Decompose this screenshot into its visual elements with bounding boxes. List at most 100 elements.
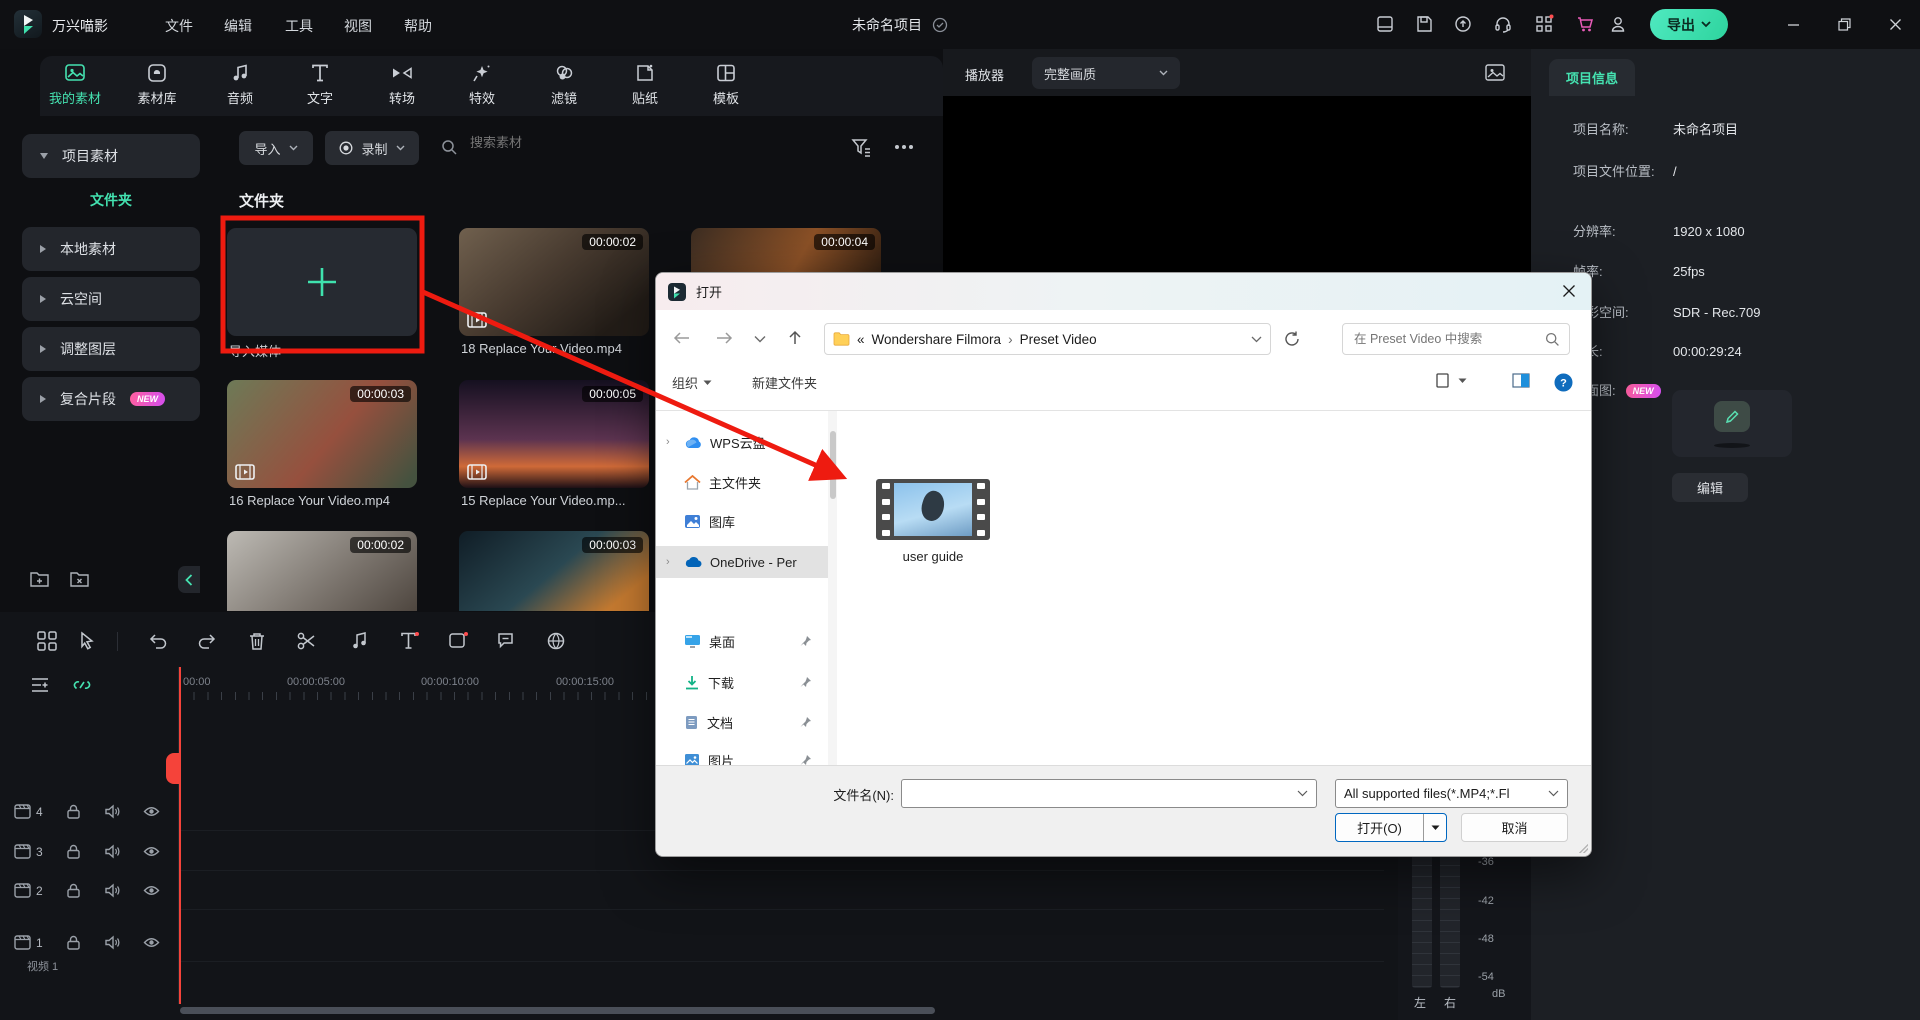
- new-folder-icon[interactable]: [29, 569, 50, 588]
- open-split-dropdown[interactable]: [1423, 814, 1446, 841]
- sidebar-item-cloud-space[interactable]: 云空间: [22, 277, 200, 321]
- timeline-layout-icon[interactable]: [36, 630, 58, 652]
- quality-select[interactable]: 完整画质: [1032, 57, 1180, 89]
- import-button[interactable]: 导入: [239, 131, 313, 165]
- dialog-sidebar-item-documents[interactable]: 文档: [656, 706, 828, 738]
- sidebar-item-adjustment-layer[interactable]: 调整图层: [22, 327, 200, 371]
- delete-icon[interactable]: [246, 630, 268, 652]
- open-button[interactable]: 打开(O): [1335, 813, 1447, 842]
- speech-to-text-icon[interactable]: [496, 630, 518, 652]
- media-search-input[interactable]: [468, 134, 802, 151]
- sidebar-scrollbar[interactable]: [828, 411, 837, 765]
- file-item-user-guide[interactable]: user guide: [876, 479, 990, 564]
- filename-combo[interactable]: [901, 779, 1317, 808]
- mask-tool-icon[interactable]: [447, 630, 469, 652]
- cloud-upload-icon[interactable]: [1453, 14, 1473, 34]
- view-mode-button[interactable]: [1436, 373, 1467, 388]
- collapse-sidebar-button[interactable]: [178, 566, 200, 593]
- scrollbar-thumb[interactable]: [830, 431, 836, 499]
- dialog-sidebar-item-home[interactable]: 主文件夹: [656, 466, 828, 498]
- tab-audio[interactable]: 音频: [198, 60, 282, 114]
- address-bar[interactable]: « Wondershare Filmora › Preset Video: [824, 323, 1271, 355]
- dialog-titlebar[interactable]: 打开: [656, 273, 1591, 310]
- eye-icon[interactable]: [143, 803, 160, 820]
- record-button[interactable]: 录制: [325, 131, 419, 165]
- split-scissors-icon[interactable]: [295, 630, 317, 652]
- detach-audio-icon[interactable]: [349, 630, 371, 652]
- dialog-close-icon[interactable]: [1561, 283, 1577, 299]
- close-button[interactable]: [1884, 14, 1906, 34]
- address-dropdown-icon[interactable]: [1251, 336, 1262, 343]
- refresh-icon[interactable]: [1283, 330, 1301, 348]
- edit-cover-pencil-icon[interactable]: [1714, 401, 1750, 432]
- lock-icon[interactable]: [65, 882, 82, 899]
- mute-speaker-icon[interactable]: [104, 882, 121, 899]
- sidebar-item-local-media[interactable]: 本地素材: [22, 227, 200, 271]
- edit-button[interactable]: 编辑: [1672, 473, 1748, 502]
- preview-pane-icon[interactable]: [1512, 373, 1530, 388]
- more-options-icon[interactable]: [891, 136, 917, 158]
- tab-filters[interactable]: 滤镜: [522, 60, 606, 114]
- eye-icon[interactable]: [143, 843, 160, 860]
- mute-speaker-icon[interactable]: [104, 803, 121, 820]
- timeline-scrollbar[interactable]: [180, 1007, 935, 1014]
- minimize-button[interactable]: [1782, 14, 1804, 34]
- forward-icon[interactable]: [714, 329, 734, 347]
- help-icon[interactable]: ?: [1554, 373, 1573, 392]
- tab-stock-media[interactable]: 素材库: [115, 60, 199, 114]
- playhead-handle[interactable]: [166, 753, 180, 784]
- menu-help[interactable]: 帮助: [404, 16, 432, 36]
- organize-button[interactable]: 组织: [672, 373, 712, 392]
- breadcrumb-current[interactable]: Preset Video: [1020, 332, 1097, 347]
- dialog-search-box[interactable]: [1342, 323, 1570, 355]
- media-thumbnail[interactable]: 00:00:02: [459, 228, 649, 336]
- new-folder-button[interactable]: 新建文件夹: [752, 373, 817, 392]
- media-thumbnail[interactable]: 00:00:05: [459, 380, 649, 488]
- combo-dropdown-icon[interactable]: [1297, 790, 1308, 797]
- delete-folder-icon[interactable]: [69, 569, 90, 588]
- tab-transitions[interactable]: 转场: [360, 60, 444, 114]
- dialog-sidebar-item-desktop[interactable]: 桌面: [656, 625, 828, 657]
- resize-grip[interactable]: [1578, 843, 1588, 853]
- tab-stickers[interactable]: 贴纸: [603, 60, 687, 114]
- dialog-sidebar-item-gallery[interactable]: 图库: [656, 505, 828, 537]
- media-thumbnail[interactable]: 00:00:02: [227, 531, 417, 611]
- manage-tracks-icon[interactable]: [30, 676, 50, 694]
- menu-file[interactable]: 文件: [165, 16, 193, 36]
- lock-icon[interactable]: [65, 803, 82, 820]
- menu-edit[interactable]: 编辑: [224, 16, 252, 36]
- sidebar-item-compound-clip[interactable]: 复合片段 NEW: [22, 377, 200, 421]
- breadcrumb-folder[interactable]: Wondershare Filmora: [872, 332, 1002, 347]
- apps-grid-icon[interactable]: [1534, 14, 1554, 34]
- filetype-combo[interactable]: All supported files(*.MP4;*.Fl: [1335, 779, 1568, 808]
- playhead-line[interactable]: [179, 667, 181, 1004]
- media-thumbnail[interactable]: 00:00:03: [227, 380, 417, 488]
- lock-icon[interactable]: [65, 934, 82, 951]
- account-icon[interactable]: [1608, 14, 1628, 34]
- eye-icon[interactable]: [143, 882, 160, 899]
- combo-dropdown-icon[interactable]: [1548, 790, 1559, 797]
- up-icon[interactable]: [786, 329, 804, 347]
- support-headset-icon[interactable]: [1493, 14, 1513, 34]
- recent-locations-icon[interactable]: [754, 335, 766, 343]
- save-icon[interactable]: [1414, 14, 1434, 34]
- display-mode-icon[interactable]: [1375, 14, 1395, 34]
- dialog-sidebar-item-downloads[interactable]: 下载: [656, 666, 828, 698]
- sidebar-item-project-media[interactable]: 项目素材: [22, 134, 200, 178]
- select-cursor-icon[interactable]: [76, 630, 98, 652]
- text-tool-icon[interactable]: [398, 630, 420, 652]
- dialog-sidebar-item-onedrive[interactable]: › OneDrive - Per: [656, 546, 828, 578]
- cover-preview[interactable]: [1672, 390, 1792, 457]
- tab-effects[interactable]: 特效: [440, 60, 524, 114]
- export-button[interactable]: 导出: [1650, 9, 1728, 40]
- cancel-button[interactable]: 取消: [1461, 813, 1568, 842]
- cart-icon[interactable]: [1575, 14, 1595, 34]
- tab-templates[interactable]: 模板: [684, 60, 768, 114]
- tab-text[interactable]: 文字: [278, 60, 362, 114]
- breadcrumb-prefix[interactable]: «: [857, 332, 865, 347]
- menu-tools[interactable]: 工具: [285, 16, 313, 36]
- mute-speaker-icon[interactable]: [104, 843, 121, 860]
- link-clips-icon[interactable]: [72, 676, 92, 694]
- translate-globe-icon[interactable]: [545, 630, 567, 652]
- mute-speaker-icon[interactable]: [104, 934, 121, 951]
